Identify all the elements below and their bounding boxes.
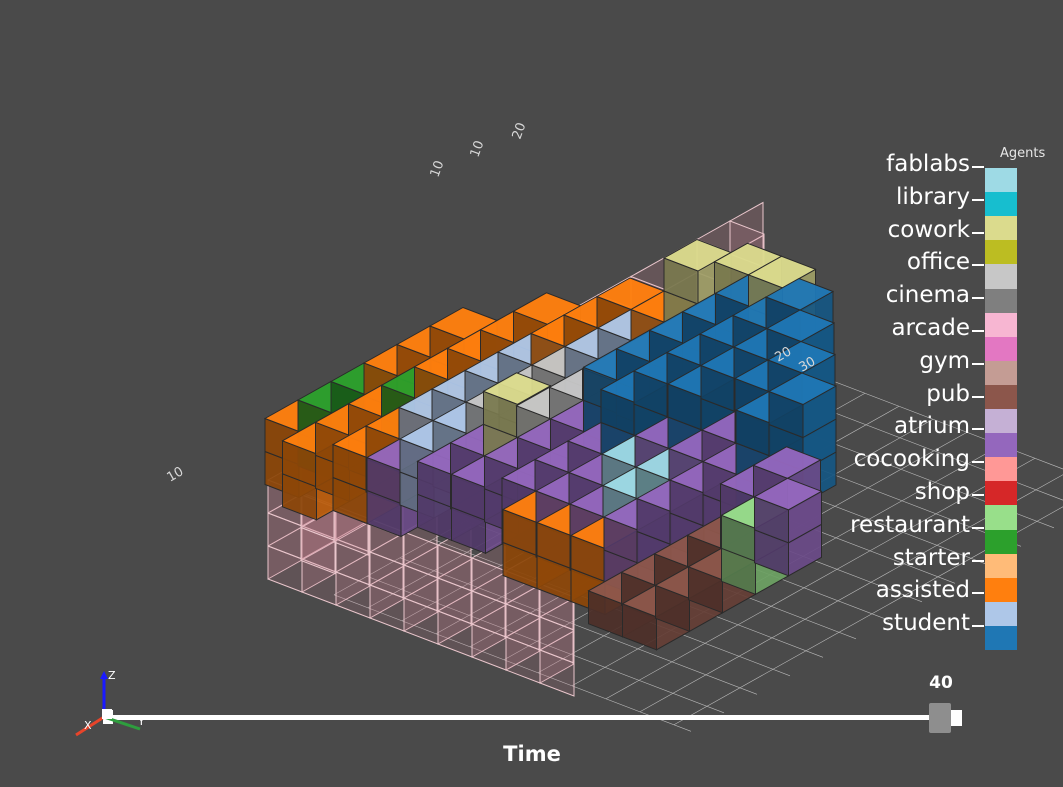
legend-tick — [972, 559, 984, 562]
legend-label-pub: pub — [926, 380, 970, 407]
legend-tick — [972, 166, 984, 168]
colorbar-swatch — [985, 312, 1017, 338]
legend-label-office: office — [906, 249, 970, 276]
legend-label-library: library — [896, 183, 970, 210]
colorbar-swatch — [985, 288, 1017, 314]
legend-label-cowork: cowork — [887, 216, 970, 243]
colorbar-swatch — [985, 553, 1017, 579]
legend-tick — [972, 592, 984, 595]
legend-label-shop: shop — [914, 479, 970, 505]
legend-label-restaurant: restaurant — [850, 511, 970, 538]
slider-value: 40 — [929, 673, 953, 693]
colorbar-swatch — [985, 577, 1017, 603]
colorbar-swatch — [985, 240, 1017, 265]
legend-tick — [972, 625, 984, 628]
legend-tick — [972, 198, 984, 201]
legend-tick — [972, 297, 984, 300]
slider-track[interactable] — [108, 715, 948, 720]
colorbar-swatch — [985, 433, 1017, 458]
colorbar-swatch — [985, 336, 1017, 362]
legend-tick — [972, 395, 984, 398]
colorbar-swatch — [985, 264, 1017, 289]
colorbar-swatch — [985, 625, 1017, 651]
colorbar-swatch — [985, 192, 1017, 217]
colorbar-swatch — [985, 529, 1017, 555]
colorbar-swatch — [985, 481, 1017, 506]
orientation-axes-widget: Z X Y — [75, 669, 145, 737]
axis-tick-label: 10 — [428, 159, 448, 180]
slider-title: Time — [503, 742, 561, 766]
legend-tick — [972, 494, 984, 496]
legend-tick — [972, 526, 984, 529]
colorbar-swatch — [985, 216, 1017, 241]
legend-title: Agents — [1000, 146, 1046, 161]
colorbar-swatch — [985, 360, 1017, 386]
legend-label-cocooking: cocooking — [853, 446, 970, 473]
axis-tick-label: 10 — [468, 139, 488, 160]
z-axis-label: Z — [108, 669, 116, 682]
slider-end-cap[interactable] — [951, 710, 962, 726]
legend-tick — [972, 428, 984, 431]
colorbar-swatch — [985, 409, 1017, 434]
axes-origin — [102, 709, 112, 719]
legend-tick — [972, 461, 984, 464]
legend-label-fablabs: fablabs — [886, 151, 970, 177]
colorbar-swatch — [985, 601, 1017, 627]
legend-tick — [972, 264, 984, 267]
z-axis-arrow — [100, 671, 108, 679]
legend-label-gym: gym — [919, 347, 970, 374]
axis-tick-label: 10 — [165, 464, 187, 485]
legend-label-cinema: cinema — [885, 282, 970, 309]
colorbar-swatch — [985, 384, 1017, 410]
legend-tick — [972, 330, 984, 332]
colorbar-swatch — [985, 457, 1017, 482]
legend-label-assisted: assisted — [875, 577, 970, 604]
legend-tick — [972, 231, 984, 234]
legend-label-atrium: atrium — [894, 413, 970, 440]
slider-handle[interactable] — [929, 703, 951, 733]
legend-label-starter: starter — [892, 544, 970, 571]
legend-label-student: student — [882, 610, 970, 637]
axis-tick-label: 20 — [510, 121, 530, 142]
y-axis-label: Y — [137, 715, 145, 728]
colorbar-swatch — [985, 168, 1017, 193]
legend-tick — [972, 362, 984, 365]
legend-label-arcade: arcade — [891, 315, 970, 341]
x-axis-label: X — [84, 719, 92, 732]
colorbar-swatch — [985, 505, 1017, 530]
